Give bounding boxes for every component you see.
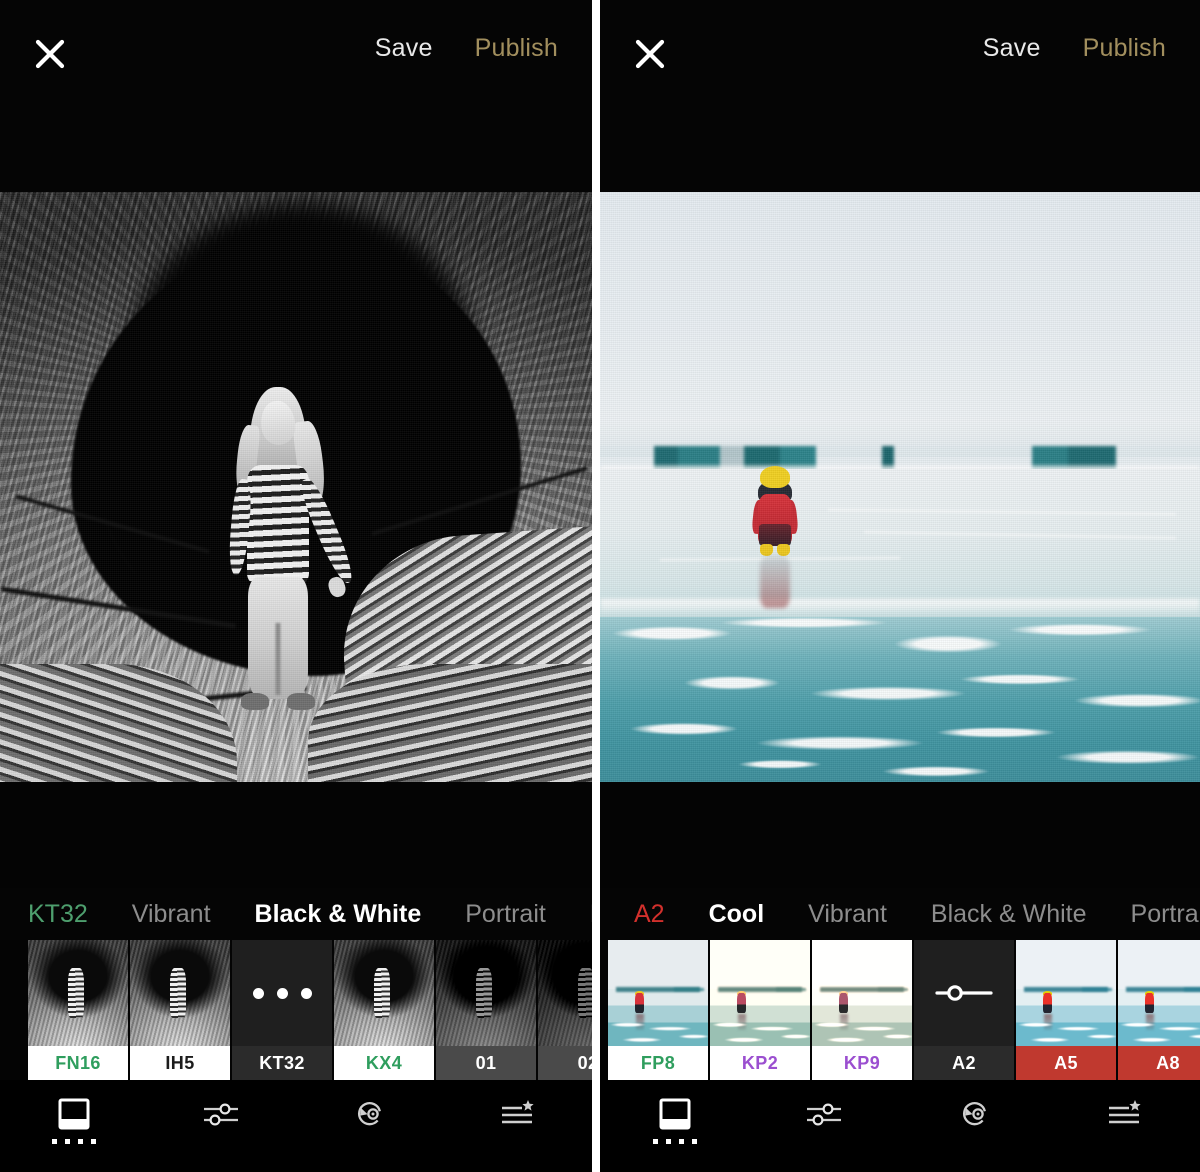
filter-thumb-preview: [914, 940, 1014, 1046]
save-button[interactable]: Save: [983, 36, 1041, 61]
filter-thumb-preview: [334, 940, 434, 1046]
filter-category-portrait[interactable]: Portrait: [465, 902, 546, 927]
filter-thumb-label: A5: [1016, 1046, 1116, 1080]
filter-category-a2[interactable]: A2: [634, 902, 665, 927]
filter-thumb-preview: [1016, 940, 1116, 1046]
close-button[interactable]: [630, 34, 670, 74]
nav-page-dots: [653, 1139, 697, 1144]
filter-thumb-02[interactable]: 02: [538, 940, 592, 1080]
filter-strength-slider-icon[interactable]: [933, 982, 995, 1004]
filter-category-natural[interactable]: Nat: [590, 902, 592, 927]
filter-thumbnail-strip-left[interactable]: FN16 IH5 KT32 KX4 01: [0, 940, 592, 1080]
more-dots-icon: [253, 988, 312, 999]
filter-thumb-label: FP8: [608, 1046, 708, 1080]
bw-tree-stump-photo: [0, 192, 592, 782]
panel-left-header: Save Publish: [0, 0, 592, 192]
nav-item-undo-history[interactable]: [322, 1094, 418, 1160]
filter-thumb-fn16[interactable]: FN16: [28, 940, 128, 1080]
nav-item-filters[interactable]: [627, 1094, 723, 1160]
filter-thumb-label: KP9: [812, 1046, 912, 1080]
close-button[interactable]: [30, 34, 70, 74]
filter-thumb-preview: [538, 940, 592, 1046]
filter-thumb-preview: [232, 940, 332, 1046]
filter-category-vibrant[interactable]: Vibrant: [808, 902, 887, 927]
filter-category-black-and-white[interactable]: Black & White: [931, 902, 1087, 927]
filter-category-black-and-white[interactable]: Black & White: [255, 902, 422, 927]
nav-item-adjust[interactable]: [174, 1094, 270, 1160]
close-x-icon: [633, 37, 667, 71]
filter-thumb-a5[interactable]: A5: [1016, 940, 1116, 1080]
filter-thumb-preview: [28, 940, 128, 1046]
filter-category-row-left[interactable]: KT32 Vibrant Black & White Portrait Nat: [0, 888, 592, 940]
filter-thumb-label: KX4: [334, 1046, 434, 1080]
beach-child-photo: [600, 192, 1200, 782]
panel-right-spacer: [600, 782, 1200, 888]
publish-button[interactable]: Publish: [475, 36, 558, 61]
nav-item-undo-history[interactable]: [927, 1094, 1023, 1160]
panel-left-header-actions: Save Publish: [375, 36, 558, 61]
photo-preview-right[interactable]: [600, 192, 1200, 782]
filter-category-row-right[interactable]: A2 Cool Vibrant Black & White Portra: [600, 888, 1200, 940]
filter-thumb-preview: [130, 940, 230, 1046]
panel-right-header-actions: Save Publish: [983, 36, 1166, 61]
nav-item-filters[interactable]: [26, 1094, 122, 1160]
editor-panel-right: Save Publish: [600, 0, 1200, 1172]
child-subject: [753, 466, 797, 566]
filter-thumb-a8[interactable]: A8: [1118, 940, 1200, 1080]
filter-thumb-01[interactable]: 01: [436, 940, 536, 1080]
filter-thumb-label: 01: [436, 1046, 536, 1080]
filter-thumb-preview: [710, 940, 810, 1046]
filter-thumb-label: A8: [1118, 1046, 1200, 1080]
nav-item-recipes[interactable]: [470, 1094, 566, 1160]
filter-thumb-label: IH5: [130, 1046, 230, 1080]
save-button[interactable]: Save: [375, 36, 433, 61]
filter-thumbnail-strip-right[interactable]: FP8 KP2 KP9: [600, 940, 1200, 1080]
screenshot-root: Save Publish: [0, 0, 1200, 1172]
filter-category-kt32[interactable]: KT32: [28, 902, 88, 927]
filter-thumb-label: A2: [914, 1046, 1014, 1080]
photo-preview-left[interactable]: [0, 192, 592, 782]
nav-page-dots: [52, 1139, 96, 1144]
filter-thumb-ih5[interactable]: IH5: [130, 940, 230, 1080]
adjust-sliders-icon: [200, 1094, 244, 1134]
filters-polaroid-icon: [54, 1094, 94, 1134]
filter-thumb-label: 02: [538, 1046, 592, 1080]
editor-panel-left: Save Publish: [0, 0, 592, 1172]
filter-thumb-preview: [608, 940, 708, 1046]
child-subject: [233, 387, 323, 717]
undo-history-icon: [348, 1094, 392, 1134]
filter-thumb-label: FN16: [28, 1046, 128, 1080]
publish-button[interactable]: Publish: [1083, 36, 1166, 61]
filter-category-vibrant[interactable]: Vibrant: [132, 902, 211, 927]
bottom-nav-left[interactable]: [0, 1080, 592, 1172]
filter-thumb-a2-strength[interactable]: A2: [914, 940, 1014, 1080]
panel-left-spacer: [0, 782, 592, 888]
filter-category-portrait[interactable]: Portra: [1131, 902, 1199, 927]
filter-category-cool[interactable]: Cool: [709, 902, 765, 927]
filter-thumb-label: KT32: [232, 1046, 332, 1080]
panel-right-header: Save Publish: [600, 0, 1200, 192]
panel-divider: [592, 0, 600, 1172]
filter-thumb-kt32-more[interactable]: KT32: [232, 940, 332, 1080]
filter-thumb-kp9[interactable]: KP9: [812, 940, 912, 1080]
recipes-star-list-icon: [496, 1094, 540, 1134]
undo-history-icon: [953, 1094, 997, 1134]
filter-thumb-label: KP2: [710, 1046, 810, 1080]
filter-thumb-kp2[interactable]: KP2: [710, 940, 810, 1080]
filter-thumb-preview: [1118, 940, 1200, 1046]
filter-thumb-kx4[interactable]: KX4: [334, 940, 434, 1080]
filter-thumb-fp8[interactable]: FP8: [608, 940, 708, 1080]
filter-thumb-preview: [812, 940, 912, 1046]
filter-thumb-preview: [436, 940, 536, 1046]
recipes-star-list-icon: [1103, 1094, 1147, 1134]
adjust-sliders-icon: [803, 1094, 847, 1134]
filters-polaroid-icon: [655, 1094, 695, 1134]
nav-item-recipes[interactable]: [1077, 1094, 1173, 1160]
close-x-icon: [33, 37, 67, 71]
nav-item-adjust[interactable]: [777, 1094, 873, 1160]
bottom-nav-right[interactable]: [600, 1080, 1200, 1172]
